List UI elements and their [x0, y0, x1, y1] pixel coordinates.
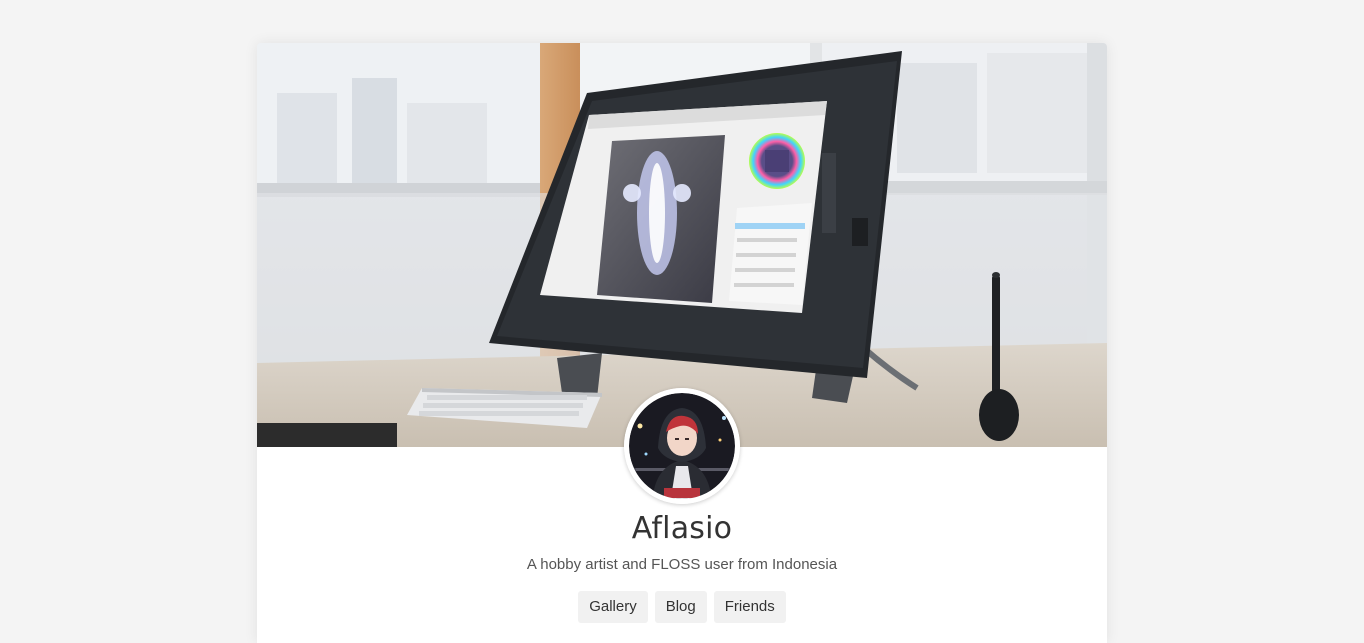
profile-name: Aflasio [631, 511, 733, 546]
gallery-link[interactable]: Gallery [578, 591, 648, 623]
profile-avatar[interactable] [624, 388, 740, 504]
friends-link[interactable]: Friends [713, 591, 786, 623]
profile-bio: A hobby artist and FLOSS user from Indon… [526, 556, 838, 573]
cover-image [257, 43, 1107, 447]
blog-link[interactable]: Blog [654, 591, 707, 623]
profile-links: Gallery Blog Friends [257, 591, 1107, 623]
profile-card: Aflasio A hobby artist and FLOSS user fr… [257, 43, 1107, 643]
